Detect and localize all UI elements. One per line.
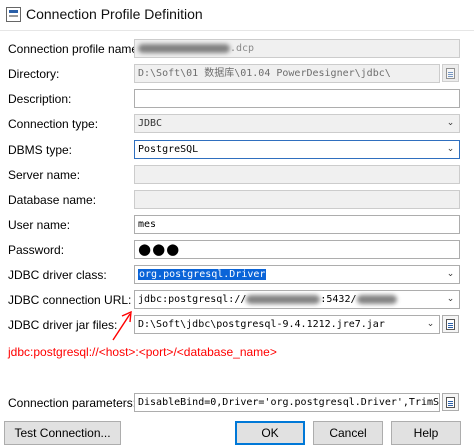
annotation-arrow	[112, 310, 132, 341]
ok-button[interactable]: OK	[235, 421, 305, 445]
connection-parameters-field[interactable]: DisableBind=0,Driver='org.postgresql.Dri…	[134, 393, 440, 412]
connection-parameters-label: Connection parameters:	[8, 396, 137, 410]
document-edit-icon	[446, 396, 455, 408]
test-connection-button[interactable]: Test Connection...	[4, 421, 121, 445]
help-button[interactable]: Help	[391, 421, 461, 445]
annotation-arrow-line	[112, 313, 131, 341]
cancel-button[interactable]: Cancel	[313, 421, 383, 445]
parameters-edit-button[interactable]	[442, 393, 459, 411]
